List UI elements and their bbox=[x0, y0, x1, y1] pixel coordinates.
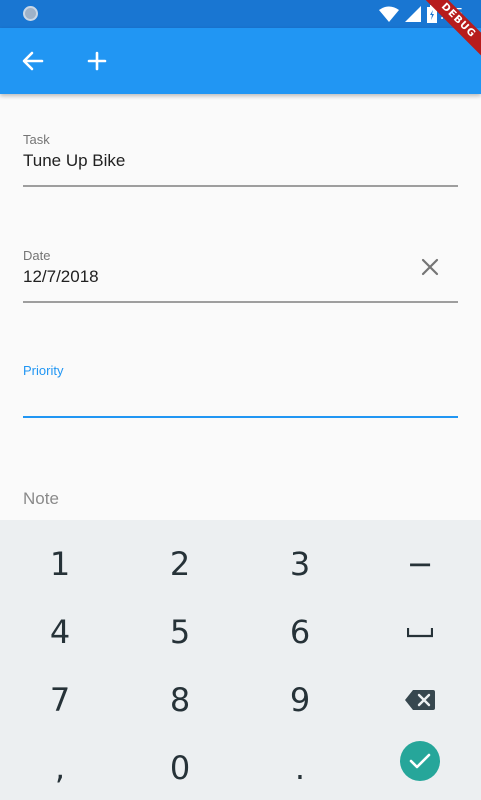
priority-field[interactable]: Priority bbox=[23, 363, 458, 382]
key-9[interactable]: 9 bbox=[240, 666, 360, 734]
date-underline bbox=[23, 301, 458, 303]
date-field[interactable]: Date 12/7/2018 bbox=[23, 248, 458, 287]
date-input[interactable]: 12/7/2018 bbox=[23, 267, 458, 287]
key-2[interactable]: 2 bbox=[120, 530, 240, 598]
done-button[interactable] bbox=[400, 741, 440, 781]
note-field[interactable]: Note bbox=[23, 489, 458, 509]
key-comma[interactable]: , bbox=[0, 734, 120, 800]
add-icon bbox=[87, 51, 107, 71]
numeric-keyboard: 1 2 3 − 4 5 6 7 8 9 , 0 . bbox=[0, 520, 481, 800]
key-3[interactable]: 3 bbox=[240, 530, 360, 598]
debug-banner-label: DEBUG bbox=[421, 0, 481, 59]
add-button[interactable] bbox=[76, 40, 118, 82]
task-field[interactable]: Task Tune Up Bike bbox=[23, 132, 458, 171]
key-8[interactable]: 8 bbox=[120, 666, 240, 734]
clear-date-button[interactable] bbox=[418, 255, 442, 279]
space-icon bbox=[407, 628, 433, 638]
date-label: Date bbox=[23, 248, 51, 263]
key-4[interactable]: 4 bbox=[0, 598, 120, 666]
app-bar bbox=[0, 28, 481, 94]
key-6[interactable]: 6 bbox=[240, 598, 360, 666]
task-input[interactable]: Tune Up Bike bbox=[23, 151, 458, 171]
key-space[interactable] bbox=[360, 598, 480, 666]
key-backspace[interactable] bbox=[360, 666, 480, 734]
status-bar: 7:25 bbox=[0, 0, 481, 28]
key-done[interactable] bbox=[360, 727, 480, 795]
task-underline bbox=[23, 185, 458, 187]
priority-underline bbox=[23, 416, 458, 418]
back-button[interactable] bbox=[12, 40, 54, 82]
key-period[interactable]: . bbox=[240, 734, 360, 800]
key-minus[interactable]: − bbox=[360, 530, 480, 598]
key-5[interactable]: 5 bbox=[120, 598, 240, 666]
close-icon bbox=[421, 258, 439, 276]
task-label: Task bbox=[23, 132, 50, 147]
check-icon bbox=[409, 753, 431, 769]
note-placeholder: Note bbox=[23, 489, 59, 508]
debug-banner: DEBUG bbox=[421, 0, 481, 60]
priority-label: Priority bbox=[23, 363, 64, 378]
signal-icon bbox=[405, 6, 421, 22]
key-7[interactable]: 7 bbox=[0, 666, 120, 734]
wifi-icon bbox=[379, 6, 399, 22]
backspace-icon bbox=[405, 690, 435, 710]
key-0[interactable]: 0 bbox=[120, 734, 240, 800]
arrow-back-icon bbox=[22, 51, 44, 71]
notification-dot-icon bbox=[23, 6, 38, 21]
key-1[interactable]: 1 bbox=[0, 530, 120, 598]
